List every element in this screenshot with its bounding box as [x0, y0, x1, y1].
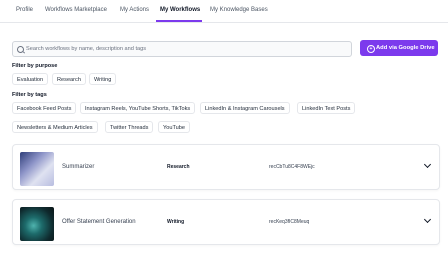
tag-chip-twitter-threads[interactable]: Twitter Threads	[105, 121, 154, 133]
search-icon	[17, 45, 24, 53]
tag-chip-facebook-feed-posts[interactable]: Facebook Feed Posts	[12, 102, 77, 114]
workflow-card[interactable]: Offer Statement Generation Writing recKe…	[12, 199, 440, 245]
active-tab-indicator	[156, 20, 202, 22]
workflow-card[interactable]: Summarizer Research recCbTu8C4F8WEjc	[12, 144, 440, 190]
tab-bar: Profile Workflows Marketplace My Actions…	[0, 0, 448, 23]
workflow-id: recCbTu8C4F8WEjc	[269, 164, 315, 170]
tab-my-actions[interactable]: My Actions	[120, 7, 149, 13]
tab-profile[interactable]: Profile	[16, 7, 33, 13]
plus-circle-icon: +	[367, 44, 375, 53]
filter-purpose-label: Filter by purpose	[12, 63, 58, 69]
workflow-name: Summarizer	[62, 164, 95, 170]
workflow-tag: Research	[167, 164, 190, 170]
tab-workflows-marketplace[interactable]: Workflows Marketplace	[45, 7, 107, 13]
workflow-thumbnail	[20, 152, 54, 186]
search-input[interactable]	[26, 42, 346, 56]
add-via-google-drive-button[interactable]: + Add via Google Drive	[360, 40, 438, 56]
tab-my-workflows[interactable]: My Workflows	[160, 7, 200, 13]
tab-my-knowledge-bases[interactable]: My Knowledge Bases	[210, 7, 268, 13]
purpose-chip-research[interactable]: Research	[52, 73, 86, 85]
tag-chip-newsletters-medium-articles[interactable]: Newsletters & Medium Articles	[12, 121, 98, 133]
tag-chip-linkedin-instagram-carousels[interactable]: LinkedIn & Instagram Carousels	[200, 102, 290, 114]
tag-chip-linkedin-text-posts[interactable]: LinkedIn Text Posts	[297, 102, 356, 114]
add-button-label: Add via Google Drive	[376, 45, 435, 51]
filter-tags-label: Filter by tags	[12, 92, 47, 98]
workflow-name: Offer Statement Generation	[62, 219, 136, 225]
search-bar[interactable]	[12, 41, 352, 57]
workflow-id: recKeq3fIC8Meuq	[269, 219, 310, 225]
chevron-down-icon[interactable]	[423, 215, 432, 224]
chevron-down-icon[interactable]	[423, 160, 432, 169]
tag-chip-instagram-reels[interactable]: Instagram Reels, YouTube Shorts, TikToks	[80, 102, 196, 114]
purpose-chip-writing[interactable]: Writing	[89, 73, 117, 85]
tag-chip-youtube[interactable]: YouTube	[158, 121, 190, 133]
workflow-tag: Writing	[167, 219, 185, 225]
purpose-chip-evaluation[interactable]: Evaluation	[12, 73, 49, 85]
workflow-thumbnail	[20, 207, 54, 241]
